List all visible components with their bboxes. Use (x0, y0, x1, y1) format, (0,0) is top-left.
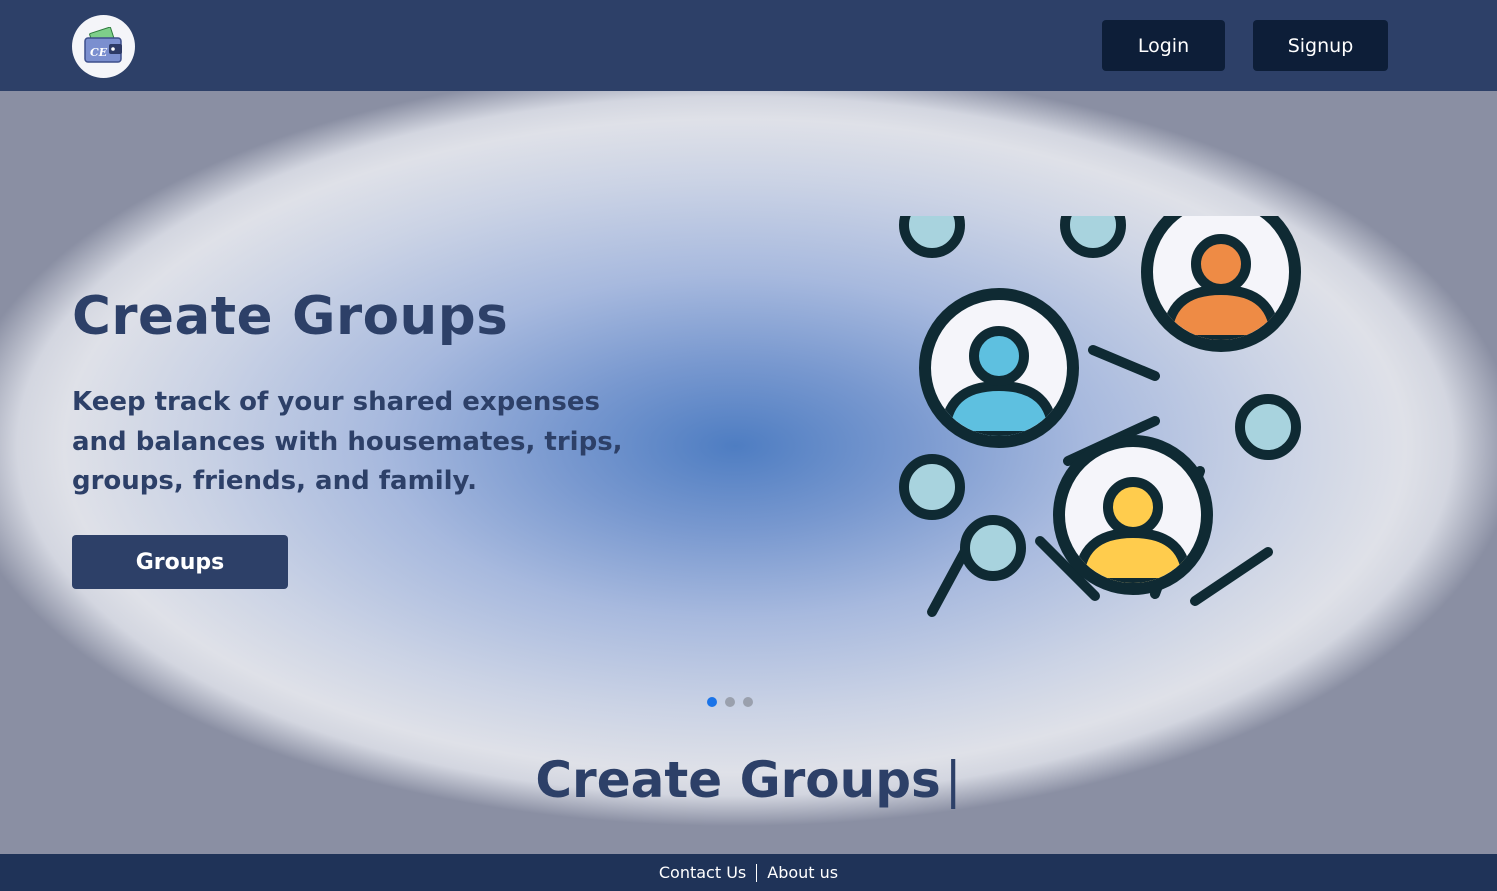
wallet-logo-icon: CE (83, 26, 122, 63)
contact-us-link[interactable]: Contact Us (649, 863, 756, 882)
svg-text:CE: CE (90, 46, 108, 59)
carousel-dot-3[interactable] (743, 697, 753, 707)
signup-button[interactable]: Signup (1253, 20, 1388, 71)
logo[interactable]: CE (72, 15, 135, 78)
slide-description: Keep track of your shared expenses and b… (72, 387, 623, 496)
hero-carousel: Create Groups Keep track of your shared … (0, 91, 1497, 854)
login-button[interactable]: Login (1102, 20, 1225, 71)
typed-heading: Create Groups| (0, 751, 1497, 809)
typed-heading-text: Create Groups (535, 751, 941, 809)
about-us-link[interactable]: About us (757, 863, 848, 882)
carousel-dot-2[interactable] (725, 697, 735, 707)
groups-button[interactable]: Groups (72, 535, 288, 589)
carousel-dot-1[interactable] (707, 697, 717, 707)
people-network-icon (899, 216, 1301, 617)
carousel-indicators (707, 697, 753, 707)
footer: Contact Us About us (0, 854, 1497, 891)
typing-cursor: | (944, 751, 962, 809)
slide-title: Create Groups (72, 286, 509, 347)
navbar: CE Login Signup (0, 0, 1497, 91)
